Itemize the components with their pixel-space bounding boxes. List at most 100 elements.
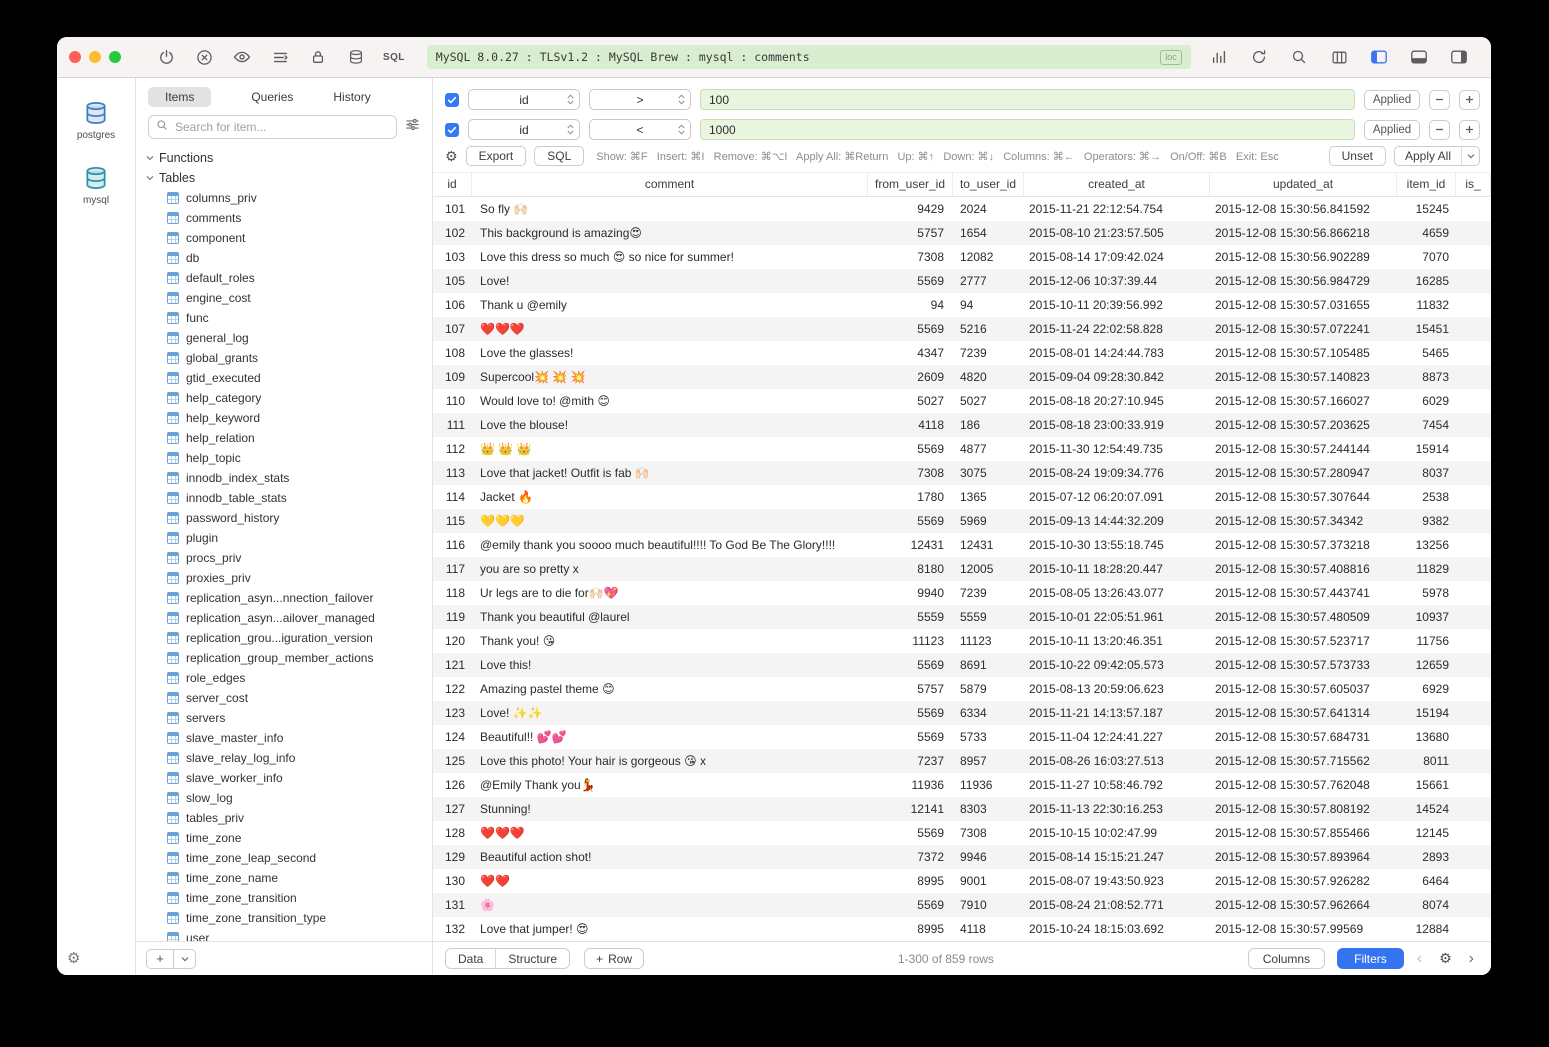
cell-item_id[interactable]: 6464	[1397, 869, 1456, 893]
filter-value-input[interactable]	[700, 89, 1355, 110]
sidebar-table-tables_priv[interactable]: tables_priv	[136, 808, 432, 828]
cell-id[interactable]: 131	[433, 893, 472, 917]
cell-to_user_id[interactable]: 2777	[953, 269, 1024, 293]
cell-id[interactable]: 117	[433, 557, 472, 581]
cell-id[interactable]: 115	[433, 509, 472, 533]
cell-comment[interactable]: Supercool💥 💥 💥	[472, 365, 868, 389]
cell-updated_at[interactable]: 2015-12-08 15:30:57.307644	[1210, 485, 1397, 509]
filter-settings-gear-icon[interactable]: ⚙	[445, 148, 458, 165]
cell-is_[interactable]	[1456, 581, 1491, 605]
table-row[interactable]: 123Love! ✨✨556963342015-11-21 14:13:57.1…	[433, 701, 1491, 725]
filter-checkbox[interactable]	[445, 123, 459, 137]
cell-created_at[interactable]: 2015-11-30 12:54:49.735	[1024, 437, 1210, 461]
cell-to_user_id[interactable]: 7910	[953, 893, 1024, 917]
cell-item_id[interactable]: 8011	[1397, 749, 1456, 773]
sidebar-table-slave_relay_log_info[interactable]: slave_relay_log_info	[136, 748, 432, 768]
cell-to_user_id[interactable]: 1654	[953, 221, 1024, 245]
cell-to_user_id[interactable]: 3075	[953, 461, 1024, 485]
cell-created_at[interactable]: 2015-08-24 21:08:52.771	[1024, 893, 1210, 917]
column-header-from_user_id[interactable]: from_user_id	[868, 173, 953, 196]
cell-updated_at[interactable]: 2015-12-08 15:30:57.166027	[1210, 389, 1397, 413]
cell-from_user_id[interactable]: 1780	[868, 485, 953, 509]
cell-from_user_id[interactable]: 5569	[868, 725, 953, 749]
column-header-comment[interactable]: comment	[472, 173, 868, 196]
cell-id[interactable]: 114	[433, 485, 472, 509]
cell-updated_at[interactable]: 2015-12-08 15:30:57.203625	[1210, 413, 1397, 437]
cell-from_user_id[interactable]: 7372	[868, 845, 953, 869]
cell-is_[interactable]	[1456, 461, 1491, 485]
cell-id[interactable]: 120	[433, 629, 472, 653]
cell-comment[interactable]: Stunning!	[472, 797, 868, 821]
sidebar-table-time_zone[interactable]: time_zone	[136, 828, 432, 848]
cell-to_user_id[interactable]: 94	[953, 293, 1024, 317]
add-item-button[interactable]: +	[146, 949, 174, 969]
filter-operator-dropdown[interactable]: >	[589, 89, 691, 110]
cell-from_user_id[interactable]: 7237	[868, 749, 953, 773]
cell-to_user_id[interactable]: 11123	[953, 629, 1024, 653]
sidebar-table-func[interactable]: func	[136, 308, 432, 328]
cell-to_user_id[interactable]: 11936	[953, 773, 1024, 797]
cell-created_at[interactable]: 2015-07-12 06:20:07.091	[1024, 485, 1210, 509]
cell-item_id[interactable]: 5978	[1397, 581, 1456, 605]
cell-item_id[interactable]: 5465	[1397, 341, 1456, 365]
cell-id[interactable]: 110	[433, 389, 472, 413]
cell-comment[interactable]: So fly 🙌🏻	[472, 197, 868, 221]
remove-filter-button[interactable]	[1429, 90, 1450, 110]
cell-is_[interactable]	[1456, 317, 1491, 341]
cell-from_user_id[interactable]: 9940	[868, 581, 953, 605]
table-row[interactable]: 117you are so pretty x8180120052015-10-1…	[433, 557, 1491, 581]
cell-updated_at[interactable]: 2015-12-08 15:30:57.715562	[1210, 749, 1397, 773]
cell-id[interactable]: 124	[433, 725, 472, 749]
search-field[interactable]	[148, 115, 397, 139]
cell-id[interactable]: 101	[433, 197, 472, 221]
table-row[interactable]: 126@Emily Thank you💃11936119362015-11-27…	[433, 773, 1491, 797]
tab-items[interactable]: Items	[148, 87, 211, 107]
cell-from_user_id[interactable]: 5569	[868, 701, 953, 725]
chevron-down-icon[interactable]	[1461, 147, 1479, 165]
chart-icon[interactable]	[1209, 47, 1229, 67]
cell-id[interactable]: 121	[433, 653, 472, 677]
table-row[interactable]: 111Love the blouse!41181862015-08-18 23:…	[433, 413, 1491, 437]
cell-to_user_id[interactable]: 8303	[953, 797, 1024, 821]
toggle-sidebar-icon[interactable]	[1369, 47, 1389, 67]
cell-id[interactable]: 112	[433, 437, 472, 461]
column-header-is_[interactable]: is_	[1456, 173, 1491, 196]
cell-to_user_id[interactable]: 4820	[953, 365, 1024, 389]
sidebar-table-password_history[interactable]: password_history	[136, 508, 432, 528]
sql-editor-button[interactable]: SQL	[383, 52, 405, 63]
cell-is_[interactable]	[1456, 773, 1491, 797]
cell-to_user_id[interactable]: 5879	[953, 677, 1024, 701]
disconnect-icon[interactable]	[194, 47, 214, 67]
sidebar-table-time_zone_transition[interactable]: time_zone_transition	[136, 888, 432, 908]
cell-updated_at[interactable]: 2015-12-08 15:30:56.984729	[1210, 269, 1397, 293]
cell-is_[interactable]	[1456, 413, 1491, 437]
cell-to_user_id[interactable]: 12431	[953, 533, 1024, 557]
cell-from_user_id[interactable]: 12431	[868, 533, 953, 557]
tab-queries[interactable]: Queries	[251, 87, 293, 107]
cell-id[interactable]: 132	[433, 917, 472, 941]
table-row[interactable]: 125Love this photo! Your hair is gorgeou…	[433, 749, 1491, 773]
cell-from_user_id[interactable]: 5757	[868, 677, 953, 701]
cell-comment[interactable]: Ur legs are to die for🙌🏻💖	[472, 581, 868, 605]
eye-icon[interactable]	[232, 47, 252, 67]
sidebar-table-gtid_executed[interactable]: gtid_executed	[136, 368, 432, 388]
table-row[interactable]: 109Supercool💥 💥 💥260948202015-09-04 09:2…	[433, 365, 1491, 389]
sidebar-table-proxies_priv[interactable]: proxies_priv	[136, 568, 432, 588]
cell-id[interactable]: 107	[433, 317, 472, 341]
cell-is_[interactable]	[1456, 629, 1491, 653]
cell-item_id[interactable]: 8037	[1397, 461, 1456, 485]
cell-created_at[interactable]: 2015-08-10 21:23:57.505	[1024, 221, 1210, 245]
cell-item_id[interactable]: 15451	[1397, 317, 1456, 341]
refresh-icon[interactable]	[1249, 47, 1269, 67]
table-row[interactable]: 122Amazing pastel theme 😊575758792015-08…	[433, 677, 1491, 701]
zoom-window-button[interactable]	[109, 51, 121, 63]
cell-is_[interactable]	[1456, 365, 1491, 389]
column-header-created_at[interactable]: created_at	[1024, 173, 1210, 196]
sidebar-table-general_log[interactable]: general_log	[136, 328, 432, 348]
cell-from_user_id[interactable]: 5569	[868, 509, 953, 533]
cell-created_at[interactable]: 2015-08-18 23:00:33.919	[1024, 413, 1210, 437]
table-row[interactable]: 116@emily thank you soooo much beautiful…	[433, 533, 1491, 557]
cell-is_[interactable]	[1456, 557, 1491, 581]
cell-item_id[interactable]: 8873	[1397, 365, 1456, 389]
cell-updated_at[interactable]: 2015-12-08 15:30:57.34342	[1210, 509, 1397, 533]
